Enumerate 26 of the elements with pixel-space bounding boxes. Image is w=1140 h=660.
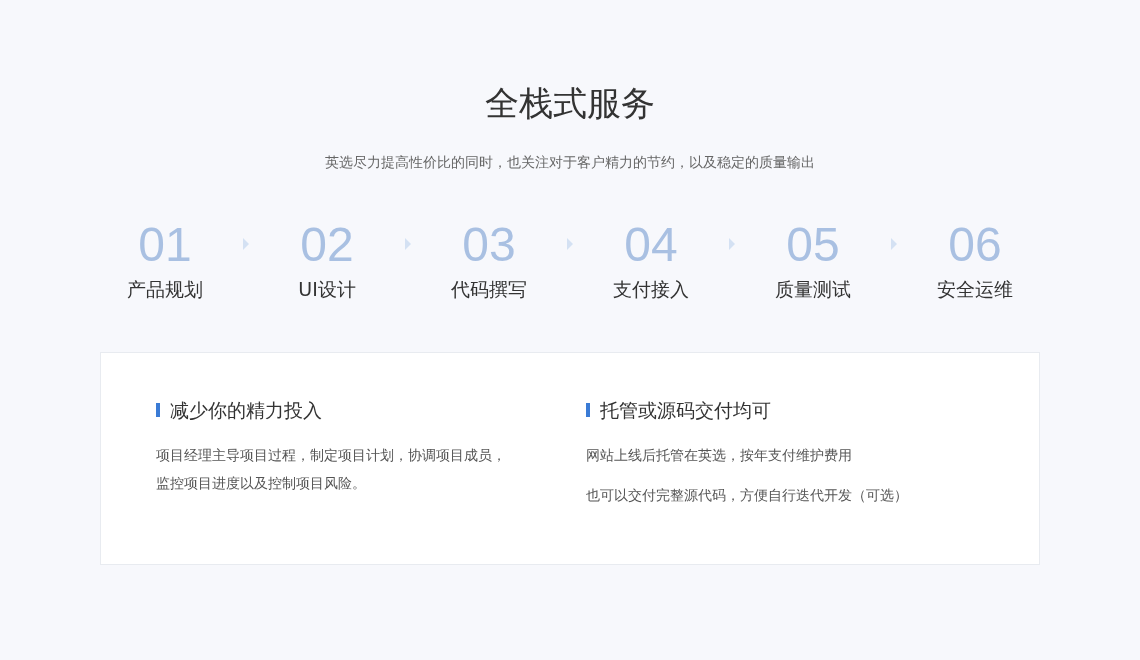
chevron-icon [243,238,249,250]
chevron-icon [729,238,735,250]
chevron-icon [567,238,573,250]
accent-bar-icon [586,403,590,417]
chevron-icon [891,238,897,250]
step-number: 02 [300,218,354,272]
accent-bar-icon [156,403,160,417]
card-text: 网站上线后托管在英选，按年支付维护费用 [586,446,853,465]
step-label: 质量测试 [775,277,851,302]
step-number: 05 [786,218,840,272]
card-heading: 托管或源码交付均可 [600,398,771,423]
step-number: 04 [624,218,678,272]
card-heading: 减少你的精力投入 [170,398,322,423]
card-text: 也可以交付完整源代码，方便自行迭代开发（可选） [586,486,909,505]
step-number: 01 [138,218,192,272]
step-label: 代码撰写 [451,277,527,302]
step-label: 产品规划 [127,277,203,302]
section-title: 全栈式服务 [485,82,655,125]
section-subtitle: 英选尽力提高性价比的同时，也关注对于客户精力的节约，以及稳定的质量输出 [325,153,815,172]
step-label: UI设计 [298,277,356,302]
chevron-icon [405,238,411,250]
step-number: 03 [462,218,516,272]
card-text: 项目经理主导项目过程，制定项目计划，协调项目成员，监控项目进度以及控制项目风险。 [156,446,507,493]
step-number: 06 [948,218,1002,272]
step-label: 支付接入 [613,277,689,302]
step-label: 安全运维 [937,277,1013,302]
